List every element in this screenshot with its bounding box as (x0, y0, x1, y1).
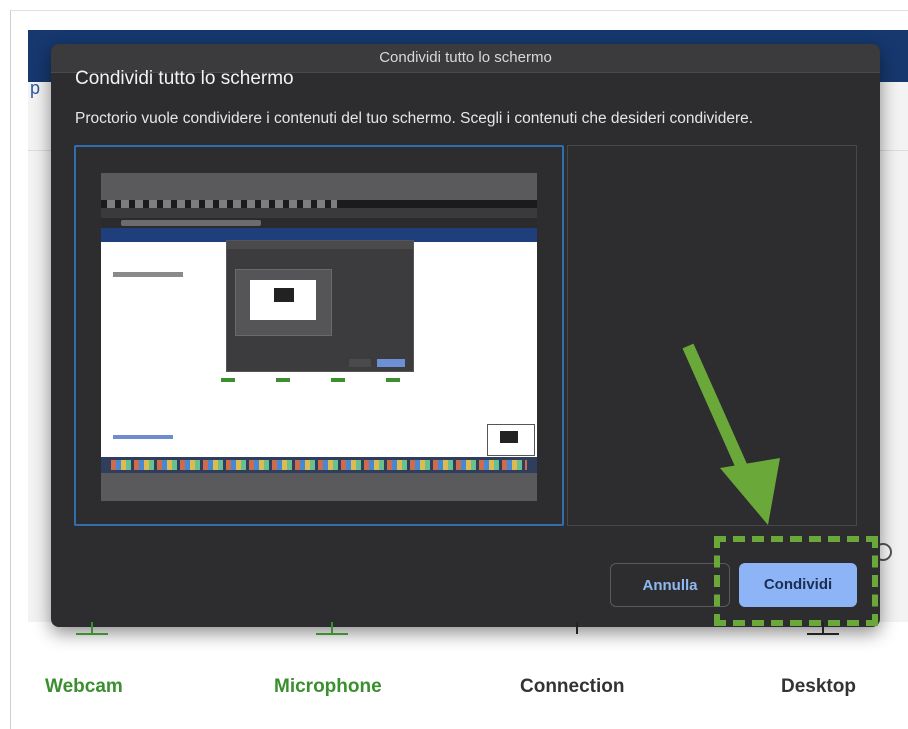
thumbnail-page-text (113, 272, 183, 277)
connection-check-stand (576, 622, 578, 634)
down-arrow-icon (682, 343, 780, 525)
microphone-check-base (316, 633, 348, 635)
thumbnail-small-window (487, 424, 535, 456)
background-partial-letter: p (30, 78, 41, 98)
desktop-check-base (807, 633, 839, 635)
dialog-heading: Condividi tutto lo schermo (75, 68, 294, 89)
thumbnail-url-field (121, 220, 261, 226)
frame-top-line (10, 10, 908, 11)
webcam-label: Webcam (45, 676, 123, 697)
thumbnail-menubar (101, 200, 537, 208)
dialog-description: Proctorio vuole condividere i contenuti … (75, 110, 754, 127)
thumbnail-check-marks (221, 378, 411, 382)
cancel-button[interactable]: Annulla (610, 563, 730, 607)
share-button-highlight (714, 536, 878, 626)
thumbnail-dialog (226, 240, 414, 372)
frame-left-line (10, 10, 11, 729)
webcam-check-base (76, 633, 108, 635)
thumbnail-dock-icons (111, 460, 527, 470)
connection-label: Connection (520, 676, 625, 697)
desktop-label: Desktop (781, 676, 856, 697)
screen-thumbnail[interactable] (101, 173, 537, 501)
thumbnail-bottom-link (113, 435, 173, 439)
thumbnail-tabbar (101, 208, 537, 218)
microphone-label: Microphone (274, 676, 382, 697)
